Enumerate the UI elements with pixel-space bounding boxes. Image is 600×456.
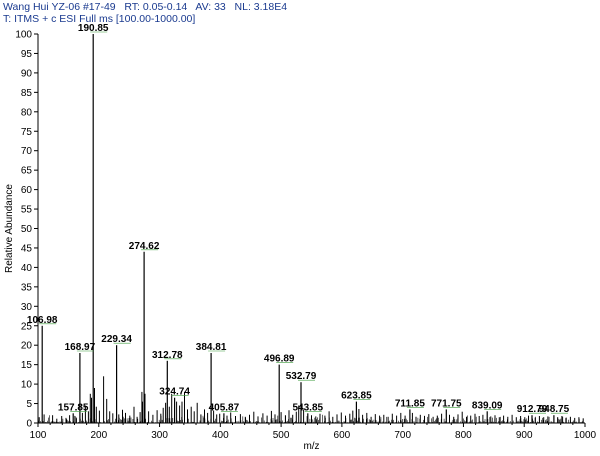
y-tick-label: 45 — [21, 243, 33, 254]
x-tick-label: 1000 — [574, 430, 597, 441]
y-tick-label: 10 — [21, 380, 33, 391]
x-tick-label: 600 — [334, 430, 351, 441]
y-tick-label: 50 — [21, 224, 33, 235]
y-axis-title: Relative Abundance — [4, 184, 15, 273]
y-tick-label: 15 — [21, 360, 33, 371]
y-tick-label: 70 — [21, 146, 33, 157]
peak-label-948.75: 948.75 — [539, 404, 570, 415]
x-axis-title: m/z — [303, 441, 319, 452]
label-markers — [39, 31, 568, 414]
y-tick-label: 90 — [21, 68, 33, 79]
peak-label-405.87: 405.87 — [209, 402, 240, 413]
y-tick-label: 80 — [21, 107, 33, 118]
y-tick-label: 100 — [15, 30, 32, 41]
peak-label-384.81: 384.81 — [196, 342, 227, 353]
peak-sticks — [38, 34, 584, 423]
x-tick-label: 900 — [516, 430, 533, 441]
y-tick-label: 75 — [21, 127, 33, 138]
peak-label-106.98: 106.98 — [27, 315, 58, 326]
x-tick-label: 300 — [151, 430, 168, 441]
peak-label-312.78: 312.78 — [152, 350, 183, 361]
peak-labels: 190.85 274.62 106.98 229.34 168.97 384.81 496.… — [27, 23, 570, 415]
y-tick-label: 65 — [21, 166, 33, 177]
peak-label-532.79: 532.79 — [286, 371, 317, 382]
mass-spectrum-chart: 0510152025303540455055606570758085909510… — [4, 23, 597, 452]
peak-label-168.97: 168.97 — [65, 342, 96, 353]
y-tick-label: 85 — [21, 88, 33, 99]
y-tick-label: 30 — [21, 302, 33, 313]
y-tick-label: 95 — [21, 49, 33, 60]
x-tick-label: 700 — [394, 430, 411, 441]
x-tick-label: 800 — [455, 430, 472, 441]
x-tick-label: 500 — [273, 430, 290, 441]
x-tick-label: 100 — [30, 430, 47, 441]
peak-label-190.85: 190.85 — [78, 23, 109, 34]
y-tick-label: 40 — [21, 263, 33, 274]
y-tick-label: 20 — [21, 341, 33, 352]
peak-label-324.74: 324.74 — [159, 387, 190, 398]
peak-label-496.89: 496.89 — [264, 354, 295, 365]
peak-label-711.85: 711.85 — [395, 398, 425, 409]
x-tick-label: 400 — [212, 430, 229, 441]
peak-label-623.85: 623.85 — [341, 391, 372, 402]
peak-label-839.09: 839.09 — [472, 400, 503, 411]
y-tick-label: 0 — [26, 419, 32, 430]
peak-label-543.85: 543.85 — [293, 402, 324, 413]
x-tick-label: 200 — [90, 430, 107, 441]
peak-label-274.62: 274.62 — [129, 241, 160, 252]
y-tick-label: 55 — [21, 205, 33, 216]
y-tick-label: 35 — [21, 282, 33, 293]
y-tick-label: 60 — [21, 185, 33, 196]
y-tick-label: 5 — [26, 399, 32, 410]
peak-label-771.75: 771.75 — [431, 398, 462, 409]
peak-label-229.34: 229.34 — [101, 334, 132, 345]
peak-label-157.85: 157.85 — [58, 402, 89, 413]
